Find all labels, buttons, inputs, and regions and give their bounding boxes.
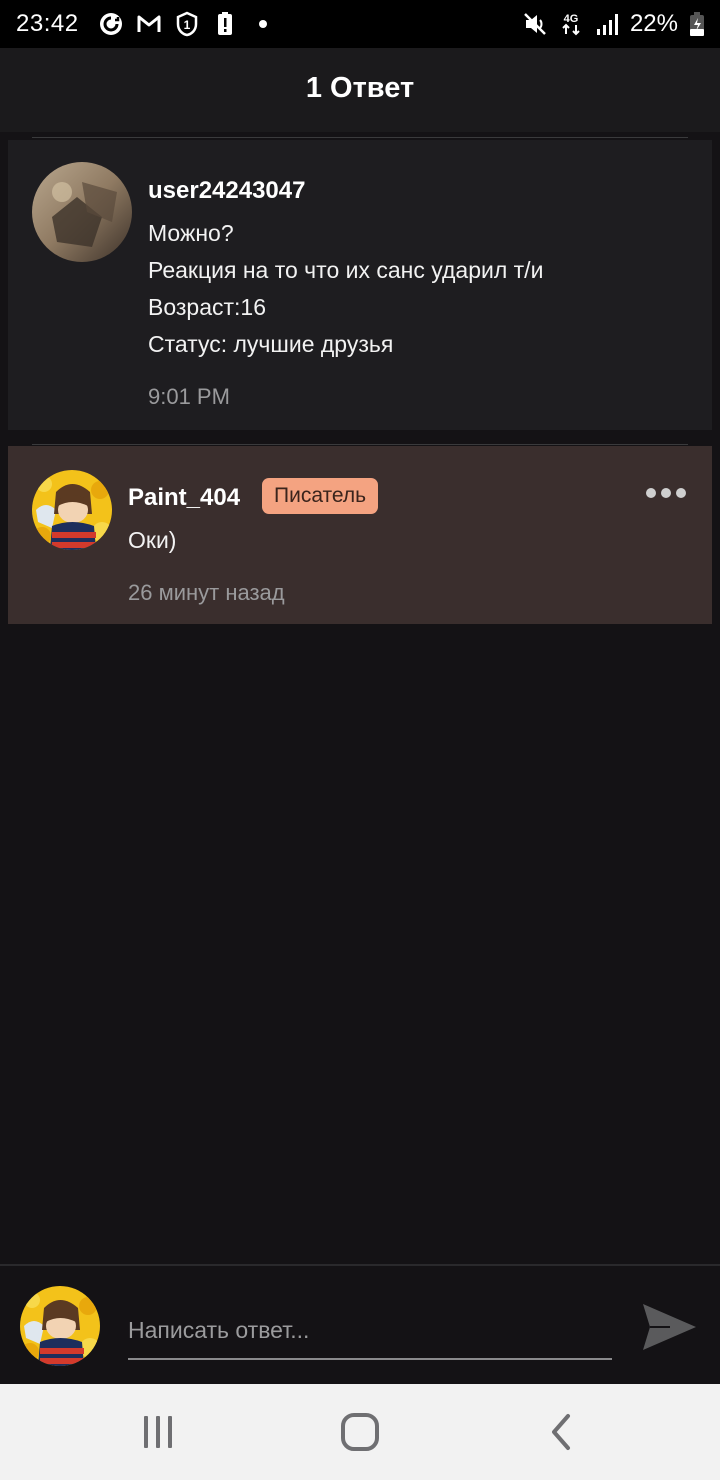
reply-timestamp: 26 минут назад — [128, 580, 285, 605]
app-header: 1 Ответ — [0, 48, 720, 132]
comment-line: Возраст:16 — [148, 294, 267, 320]
recent-apps-icon[interactable] — [138, 1412, 178, 1452]
my-avatar[interactable] — [20, 1286, 100, 1366]
avatar-photo-icon — [32, 162, 132, 262]
network-4g-icon: 4G — [562, 13, 580, 36]
status-bar: 23:42 1 4G 22% — [0, 0, 720, 48]
page-title: 1 Ответ — [305, 72, 415, 104]
gmail-icon — [137, 15, 161, 32]
more-dot-icon — [676, 488, 686, 498]
one-icon: 1 — [176, 11, 198, 37]
system-nav-bar — [0, 1384, 720, 1480]
comment-line: Реакция на то что их санс ударил т/и — [148, 257, 544, 283]
comment-line: Статус: лучшие друзья — [148, 331, 394, 357]
mute-icon — [524, 13, 546, 35]
more-dot-icon — [646, 488, 656, 498]
battery-percent: 22% — [629, 10, 678, 37]
reply-input[interactable] — [128, 1310, 612, 1360]
back-icon[interactable] — [542, 1412, 582, 1452]
more-options-button[interactable] — [646, 486, 686, 500]
reply-card: Paint_404 Писатель Оки) 26 минут назад — [8, 446, 712, 624]
divider — [32, 137, 688, 138]
avatar[interactable] — [32, 162, 132, 262]
comment-line: Можно? — [148, 220, 234, 246]
send-icon[interactable] — [640, 1298, 698, 1356]
svg-text:1: 1 — [184, 18, 191, 32]
avatar[interactable] — [32, 470, 112, 550]
status-time: 23:42 — [16, 10, 79, 37]
avatar-illustration-icon — [20, 1286, 100, 1366]
reply-username[interactable]: Paint_404 — [128, 484, 240, 512]
battery-alert-icon — [218, 12, 232, 35]
comment-body: Можно? Реакция на то что их санс ударил … — [148, 215, 543, 363]
svg-text:4G: 4G — [564, 13, 579, 25]
battery-charging-icon — [690, 12, 704, 36]
reply-text: Оки) — [128, 527, 177, 553]
role-badge: Писатель — [262, 478, 379, 514]
sync-icon — [100, 13, 122, 35]
divider — [32, 444, 688, 445]
dot-icon — [259, 20, 267, 28]
compose-bar — [0, 1264, 720, 1384]
more-dot-icon — [661, 488, 671, 498]
avatar-illustration-icon — [32, 470, 112, 550]
comment-timestamp: 9:01 PM — [148, 384, 230, 409]
home-icon[interactable] — [340, 1412, 380, 1452]
comment-username[interactable]: user24243047 — [148, 177, 305, 205]
comment-card: user24243047 Можно? Реакция на то что их… — [8, 140, 712, 430]
signal-icon — [596, 14, 618, 35]
